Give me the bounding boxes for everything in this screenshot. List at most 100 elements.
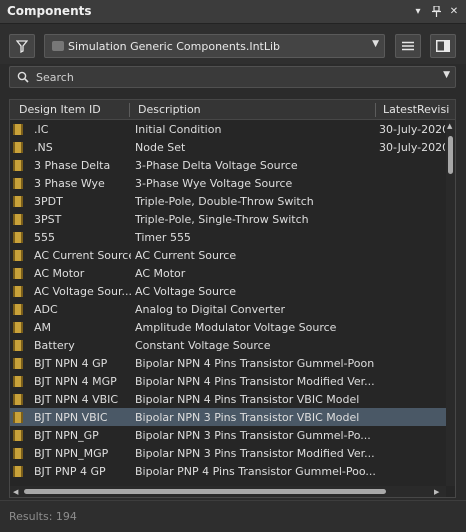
design-item-id-cell: 3 Phase Wye [34,177,105,190]
vertical-scrollbar[interactable]: ▲ [446,120,455,486]
description-cell: 3-Phase Wye Voltage Source [135,177,293,190]
panel-toggle-icon [436,40,450,52]
search-dropdown-icon[interactable]: ▼ [443,70,450,80]
component-icon [13,412,23,423]
column-divider[interactable] [129,103,130,117]
table-row[interactable]: BJT NPN VBIC Bipolar NPN 3 Pins Transisto… [10,408,446,426]
description-cell: Node Set [135,141,186,154]
table-row[interactable]: BJT NPN_MGP Bipolar NPN 3 Pins Transistor… [10,444,446,462]
table-row[interactable]: AC Current Source AC Current Source [10,246,446,264]
column-header-description[interactable]: Description [138,103,368,116]
description-cell: Bipolar NPN 4 Pins Transistor Modified V… [135,375,375,388]
description-cell: Timer 555 [135,231,191,244]
design-item-id-cell: BJT NPN_GP [34,429,99,442]
table-row[interactable]: .IC Initial Condition 30-July-2020 [10,120,446,138]
description-cell: Bipolar NPN 4 Pins Transistor Gummel-Poo… [135,357,375,370]
horizontal-scrollbar[interactable]: ◀ ▶ [10,486,446,497]
design-item-id-cell: BJT NPN VBIC [34,411,108,424]
description-cell: Triple-Pole, Double-Throw Switch [135,195,314,208]
horizontal-scroll-thumb[interactable] [24,489,386,494]
component-icon [13,466,23,477]
design-item-id-cell: BJT NPN 4 VBIC [34,393,119,406]
filter-icon [16,39,28,53]
description-cell: Bipolar NPN 3 Pins Transistor VBIC Model [135,411,360,424]
search-field[interactable]: Search ▼ [9,66,456,88]
title-controls: ▾ ✕ [412,3,460,19]
panel-title: Components [7,4,92,18]
description-cell: AC Motor [135,267,186,280]
library-select[interactable]: Simulation Generic Components.IntLib ▼ [44,34,385,58]
description-cell: Bipolar PNP 4 Pins Transistor Gummel-Poo… [135,465,375,478]
panel-titlebar: Components ▾ ✕ [0,0,466,24]
component-icon [13,286,23,297]
component-icon [13,178,23,189]
table-row[interactable]: BJT NPN 4 VBIC Bipolar NPN 4 Pins Transis… [10,390,446,408]
component-icon [13,430,23,441]
table-row[interactable]: 3PDT Triple-Pole, Double-Throw Switch [10,192,446,210]
latest-revision-cell: 30-July-2020 [379,123,445,136]
results-count: Results: 194 [9,510,77,523]
table-row[interactable]: 555 Timer 555 [10,228,446,246]
component-icon [13,304,23,315]
panel-toggle-button[interactable] [430,34,456,58]
column-header-design-item-id[interactable]: Design Item ID [19,103,129,116]
design-item-id-cell: AC Current Source [34,249,131,262]
component-icon [13,142,23,153]
component-icon [13,358,23,369]
description-cell: Bipolar NPN 3 Pins Transistor Modified V… [135,447,375,460]
scroll-right-icon[interactable]: ▶ [434,488,439,496]
scroll-left-icon[interactable]: ◀ [13,488,18,496]
component-icon [13,340,23,351]
scroll-up-icon[interactable]: ▲ [447,122,452,130]
library-icon [52,41,64,51]
description-cell: Constant Voltage Source [135,339,271,352]
table-row[interactable]: 3PST Triple-Pole, Single-Throw Switch [10,210,446,228]
design-item-id-cell: .IC [34,123,49,136]
description-cell: Bipolar NPN 4 Pins Transistor VBIC Model [135,393,360,406]
table-row[interactable]: AC Motor AC Motor [10,264,446,282]
table-row[interactable]: Battery Constant Voltage Source [10,336,446,354]
description-cell: Initial Condition [135,123,222,136]
component-icon [13,160,23,171]
component-icon [13,214,23,225]
table-row[interactable]: ADC Analog to Digital Converter [10,300,446,318]
components-grid: Design Item ID Description LatestRevisi … [9,99,456,498]
dropdown-arrow-icon: ▼ [372,39,379,49]
description-cell: AC Current Source [135,249,237,262]
design-item-id-cell: AC Motor [34,267,85,280]
component-icon [13,394,23,405]
latest-revision-cell: 30-July-2020 [379,141,445,154]
component-icon [13,322,23,333]
table-row[interactable]: AC Voltage Sour... AC Voltage Source [10,282,446,300]
grid-header: Design Item ID Description LatestRevisi [10,100,455,120]
search-placeholder: Search [36,71,74,84]
design-item-id-cell: AC Voltage Sour... [34,285,131,298]
vertical-scroll-thumb[interactable] [448,136,453,174]
component-icon [13,250,23,261]
table-row[interactable]: 3 Phase Delta 3-Phase Delta Voltage Sourc… [10,156,446,174]
component-icon [13,196,23,207]
design-item-id-cell: Battery [34,339,75,352]
table-row[interactable]: BJT NPN 4 MGP Bipolar NPN 4 Pins Transist… [10,372,446,390]
column-divider[interactable] [375,103,376,117]
table-row[interactable]: BJT PNP 4 GP Bipolar PNP 4 Pins Transisto… [10,462,446,480]
table-row[interactable]: BJT NPN_GP Bipolar NPN 3 Pins Transistor … [10,426,446,444]
filter-button[interactable] [9,34,35,58]
status-bar: Results: 194 [0,500,466,532]
column-header-latest-revision[interactable]: LatestRevisi [383,103,453,116]
table-row[interactable]: BJT NPN 4 GP Bipolar NPN 4 Pins Transisto… [10,354,446,372]
design-item-id-cell: 3PDT [34,195,63,208]
table-row[interactable]: 3 Phase Wye 3-Phase Wye Voltage Source [10,174,446,192]
chevron-down-icon[interactable]: ▾ [412,3,424,19]
menu-button[interactable] [395,34,421,58]
component-icon [13,124,23,135]
design-item-id-cell: 3 Phase Delta [34,159,111,172]
close-icon[interactable]: ✕ [448,3,460,19]
pin-icon[interactable] [430,3,442,19]
component-icon [13,268,23,279]
table-row[interactable]: AM Amplitude Modulator Voltage Source [10,318,446,336]
design-item-id-cell: BJT PNP 4 GP [34,465,106,478]
design-item-id-cell: BJT NPN 4 MGP [34,375,117,388]
table-row[interactable]: .NS Node Set 30-July-2020 [10,138,446,156]
description-cell: 3-Phase Delta Voltage Source [135,159,298,172]
